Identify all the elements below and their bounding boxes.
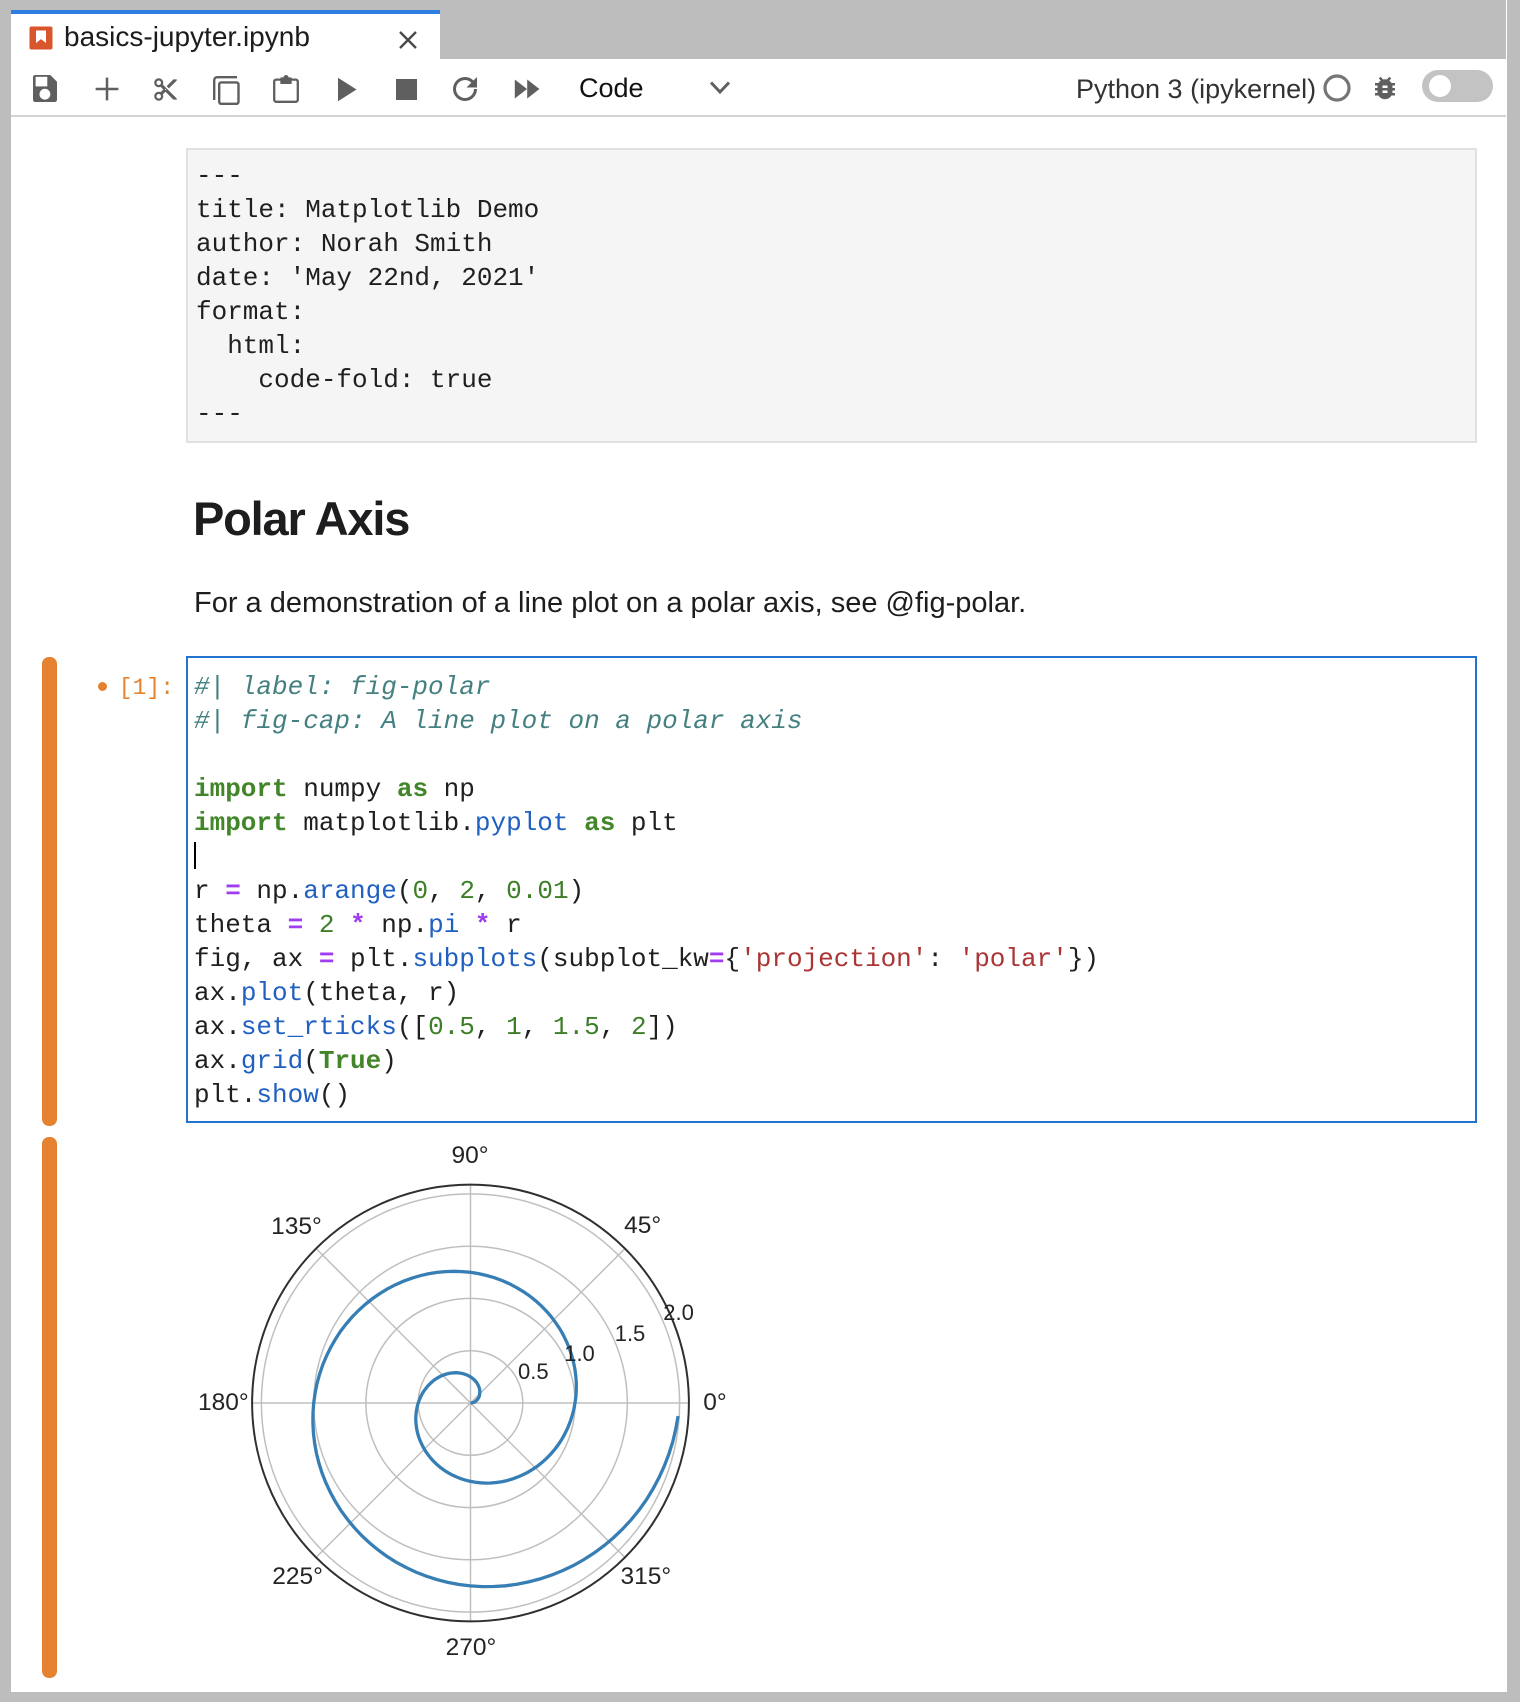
svg-text:1.5: 1.5 xyxy=(615,1321,646,1346)
svg-text:1.0: 1.0 xyxy=(564,1341,595,1366)
svg-text:270°: 270° xyxy=(446,1634,497,1661)
svg-text:135°: 135° xyxy=(271,1213,322,1240)
svg-text:315°: 315° xyxy=(620,1563,671,1590)
svg-text:180°: 180° xyxy=(198,1389,249,1416)
svg-text:0°: 0° xyxy=(703,1389,726,1416)
svg-text:45°: 45° xyxy=(624,1212,661,1239)
svg-text:2.0: 2.0 xyxy=(663,1300,694,1325)
svg-text:90°: 90° xyxy=(451,1142,488,1169)
svg-text:225°: 225° xyxy=(272,1563,323,1590)
svg-text:0.5: 0.5 xyxy=(518,1359,549,1384)
